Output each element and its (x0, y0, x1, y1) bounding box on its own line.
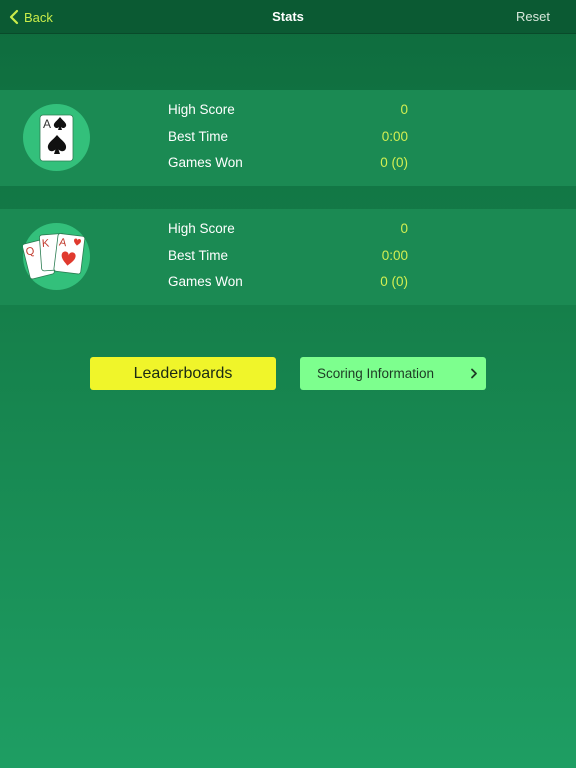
stat-row-games-won: Games Won 0 (0) (168, 274, 408, 294)
stat-value: 0 (400, 102, 408, 117)
single-ace-card-icon: A (23, 104, 90, 171)
stat-value: 0 (0) (380, 155, 408, 170)
stat-row-best-time: Best Time 0:00 (168, 248, 408, 268)
scoring-information-button[interactable]: Scoring Information (300, 357, 486, 390)
stat-value: 0 (0) (380, 274, 408, 289)
svg-text:A: A (43, 117, 51, 131)
reset-button[interactable]: Reset (516, 0, 550, 34)
stat-row-high-score: High Score 0 (168, 102, 408, 122)
three-cards-fan-icon: Q K A (22, 223, 90, 290)
stat-row-high-score: High Score 0 (168, 221, 408, 241)
stat-label: Games Won (168, 274, 243, 289)
page-title: Stats (272, 9, 304, 24)
leaderboards-button[interactable]: Leaderboards (90, 357, 276, 390)
chevron-right-icon (471, 368, 477, 379)
stats-panel-three-cards: Q K A High Score 0 Best Time 0:00 Games … (0, 209, 576, 305)
stats-panel-single-card: A High Score 0 Best Time 0:00 Games Won … (0, 90, 576, 186)
stat-value: 0:00 (381, 129, 408, 144)
stat-value: 0:00 (381, 248, 408, 263)
stat-value: 0 (400, 221, 408, 236)
stat-row-games-won: Games Won 0 (0) (168, 155, 408, 175)
scoring-information-label: Scoring Information (317, 366, 435, 381)
stat-label: Games Won (168, 155, 243, 170)
stat-label: Best Time (168, 248, 229, 263)
stat-row-best-time: Best Time 0:00 (168, 129, 408, 149)
navigation-bar: Back Stats Reset (0, 0, 576, 34)
stat-label: High Score (168, 221, 235, 236)
stat-label: High Score (168, 102, 235, 117)
stat-label: Best Time (168, 129, 229, 144)
